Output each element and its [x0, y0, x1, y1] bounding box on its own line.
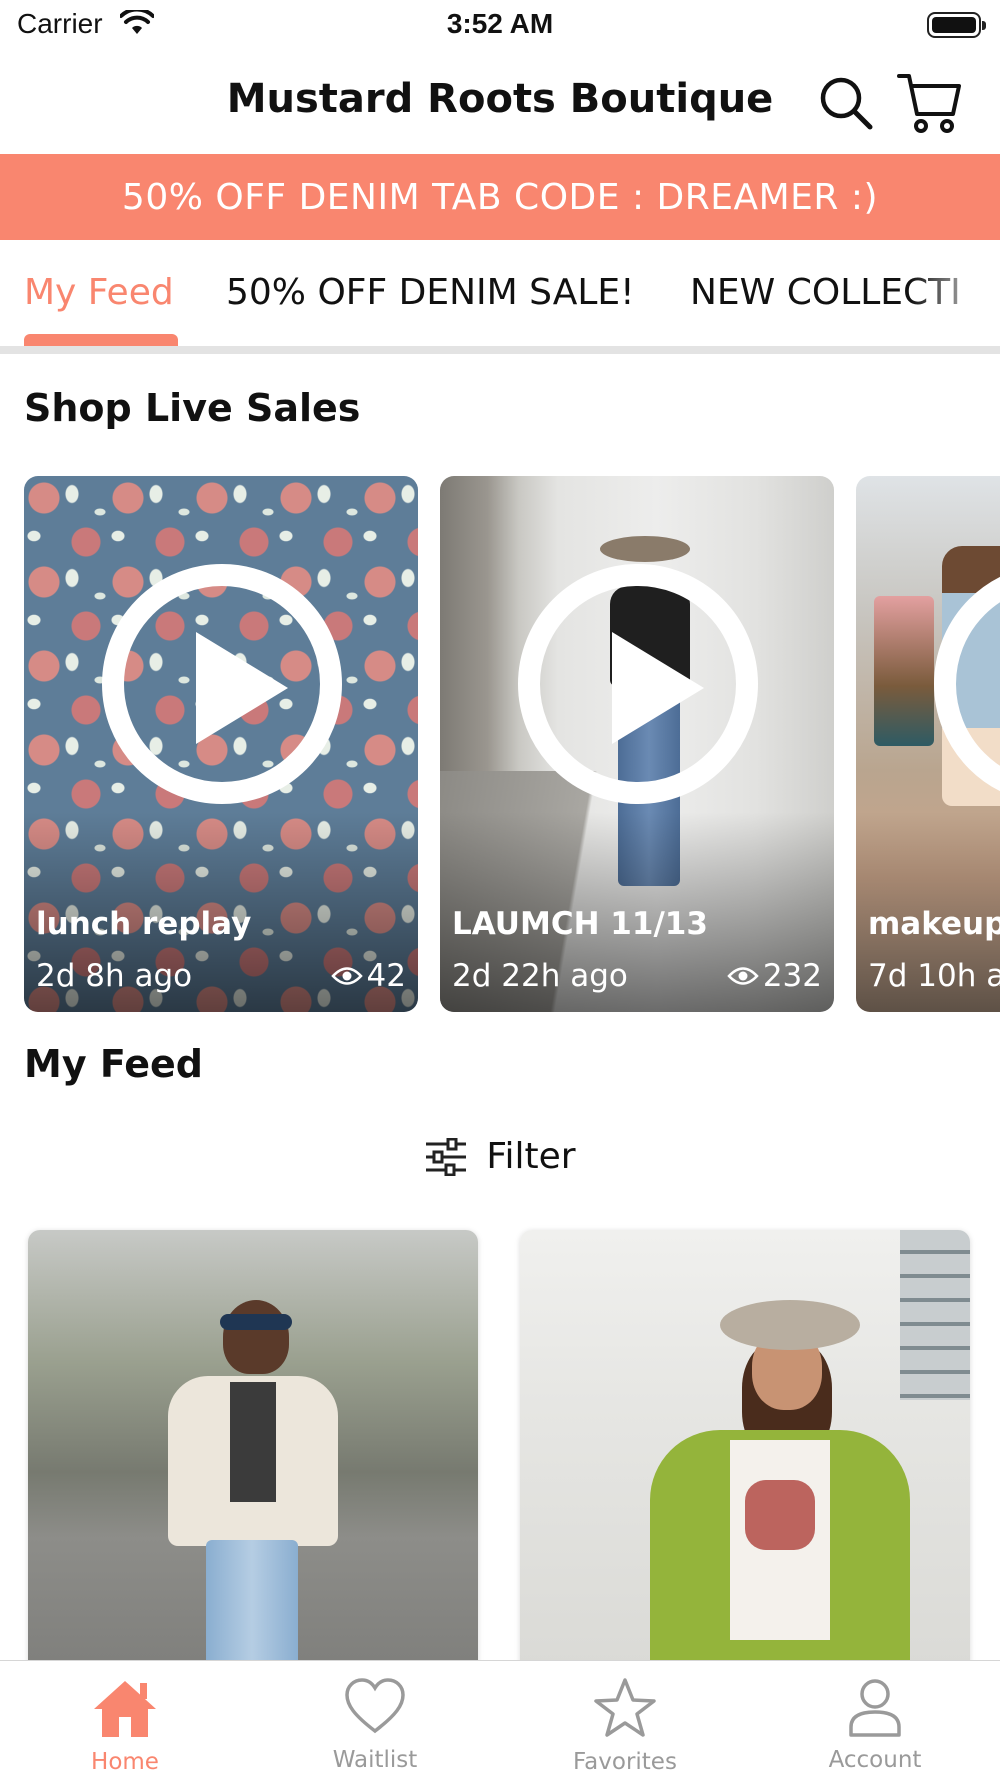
live-sales-carousel[interactable]: lunch replay 2d 8h ago 42 LAUMCH 11/13 2… — [0, 476, 1000, 1012]
nav-home[interactable]: Home — [55, 1677, 195, 1775]
live-sale-card[interactable]: lunch replay 2d 8h ago 42 — [24, 476, 418, 1012]
feed-product-card[interactable] — [28, 1230, 478, 1670]
nav-account[interactable]: Account — [805, 1677, 945, 1773]
app-header: Mustard Roots Boutique — [0, 52, 1000, 154]
status-bar: Carrier 3:52 AM — [0, 0, 1000, 52]
cart-icon[interactable] — [897, 70, 961, 138]
clock: 3:52 AM — [446, 8, 554, 39]
tab-my-feed[interactable]: My Feed — [24, 272, 174, 313]
clothing-rack — [874, 596, 934, 746]
play-icon[interactable] — [102, 564, 342, 804]
nav-home-label: Home — [91, 1749, 159, 1775]
search-icon[interactable] — [817, 74, 875, 136]
hat-shape — [720, 1300, 860, 1350]
tabs-divider — [0, 346, 1000, 354]
active-tab-indicator — [24, 334, 178, 346]
feed-product-card[interactable] — [520, 1230, 970, 1670]
live-sale-name: LAUMCH 11/13 — [452, 906, 708, 942]
heart-icon — [345, 1678, 405, 1734]
play-icon[interactable] — [518, 564, 758, 804]
nav-favorites[interactable]: Favorites — [555, 1677, 695, 1775]
view-count: 232 — [727, 958, 822, 994]
nav-waitlist-label: Waitlist — [332, 1747, 418, 1773]
bottom-tab-bar: Home Waitlist Favorites Account — [0, 1660, 1000, 1779]
filter-icon — [426, 1137, 467, 1176]
product-photo — [168, 1300, 338, 1670]
live-sale-time: 2d 8h ago — [36, 958, 193, 994]
eye-icon — [330, 967, 363, 985]
battery-icon — [927, 12, 986, 38]
live-sale-name: lunch replay — [36, 906, 252, 942]
filter-button[interactable]: Filter — [0, 1136, 1000, 1177]
view-count-value: 232 — [762, 958, 822, 994]
eye-icon — [727, 967, 759, 985]
home-icon — [94, 1681, 156, 1737]
nav-waitlist[interactable]: Waitlist — [305, 1677, 445, 1773]
promo-banner[interactable]: 50% OFF DENIM TAB CODE : DREAMER :) — [0, 154, 1000, 240]
view-count: 42 — [330, 958, 406, 994]
live-sales-heading: Shop Live Sales — [24, 386, 361, 430]
live-sale-card[interactable]: LAUMCH 11/13 2d 22h ago 232 — [440, 476, 834, 1012]
view-count-value: 42 — [366, 958, 406, 994]
window-detail — [900, 1230, 970, 1400]
category-tabs: My Feed 50% OFF DENIM SALE! NEW COLLECTI — [0, 240, 1000, 346]
nav-favorites-label: Favorites — [573, 1749, 677, 1775]
tab-denim-sale[interactable]: 50% OFF DENIM SALE! — [226, 272, 635, 313]
tee-print — [745, 1480, 815, 1550]
tabs-fade — [910, 240, 1000, 340]
filter-label: Filter — [486, 1136, 576, 1177]
star-icon — [594, 1678, 656, 1737]
live-sale-name: makeup — [868, 906, 1000, 942]
promo-text: 50% OFF DENIM TAB CODE : DREAMER :) — [121, 176, 879, 218]
person-icon — [849, 1679, 901, 1737]
live-sale-card[interactable]: makeup 7d 10h a — [856, 476, 1000, 1012]
live-sale-time: 2d 22h ago — [452, 958, 628, 994]
feed-heading: My Feed — [24, 1042, 203, 1086]
nav-account-label: Account — [828, 1747, 922, 1773]
live-sale-time: 7d 10h a — [868, 958, 1000, 994]
